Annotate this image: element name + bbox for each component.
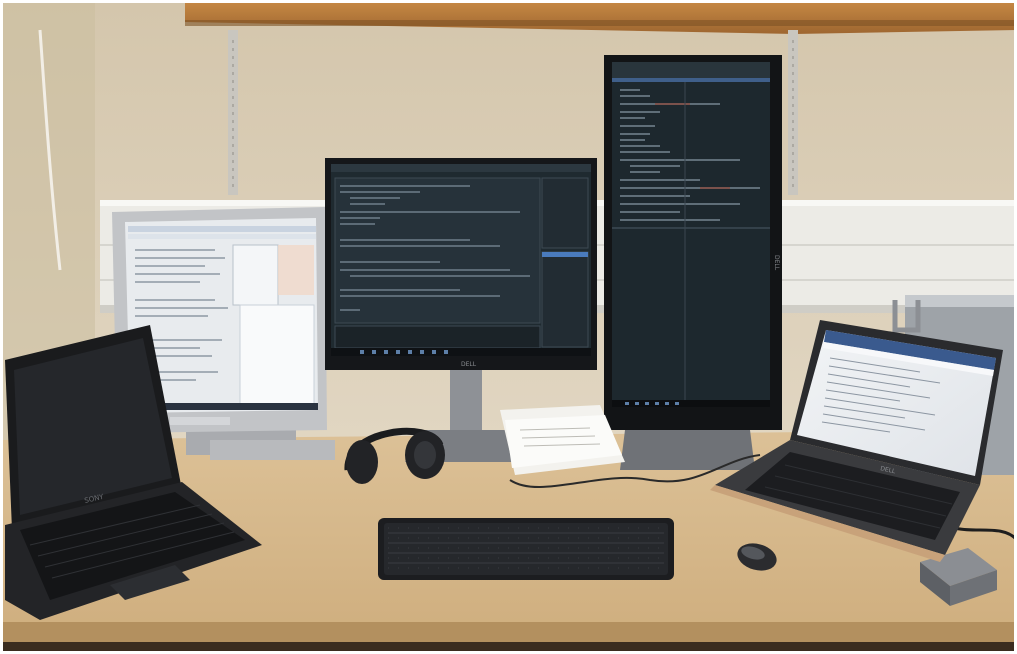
photo-canvas: DELL DELL SONY DELL	[0, 0, 1017, 654]
keyboard	[378, 518, 674, 580]
desk-edge	[0, 622, 1017, 642]
monitor-portrait: DELL	[604, 55, 782, 470]
portrait-monitor-screen	[612, 62, 770, 407]
portrait-monitor-logo: DELL	[773, 255, 780, 271]
center-monitor-logo: DELL	[461, 361, 477, 368]
desk-photo: DELL DELL SONY DELL	[0, 0, 1017, 654]
